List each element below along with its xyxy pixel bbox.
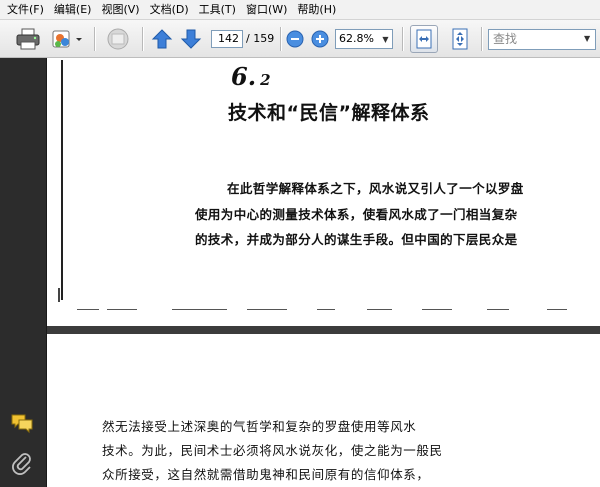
search-input[interactable]: 查找 bbox=[488, 29, 596, 50]
toolbar: 142 / 159 62.8% ▼ 查找 ▼ bbox=[0, 20, 600, 58]
scan-mark bbox=[77, 309, 99, 310]
zoom-out-icon bbox=[286, 30, 304, 48]
menu-window[interactable]: 窗口(W) bbox=[241, 1, 292, 19]
document-page: 然无法接受上述深奥的气哲学和复杂的罗盘使用等风水 技术。为此，民间术士必须将风水… bbox=[47, 334, 600, 487]
previous-page-button[interactable] bbox=[150, 20, 174, 58]
menu-help[interactable]: 帮助(H) bbox=[292, 1, 341, 19]
scan-mark bbox=[172, 309, 227, 310]
toolbar-separator bbox=[280, 27, 281, 51]
fit-page-button[interactable] bbox=[446, 20, 474, 58]
paragraph-line: 在此哲学解释体系之下，风水说又引人了一个以罗盘 bbox=[227, 181, 524, 196]
toolbar-separator bbox=[142, 27, 143, 51]
section-number-main: 6. bbox=[231, 62, 257, 91]
paragraph-line: 使用为中心的测量技术体系，使看风水成了一门相当复杂 bbox=[195, 207, 518, 222]
review-icon bbox=[107, 28, 129, 50]
comments-button[interactable] bbox=[9, 410, 35, 436]
navigation-pane bbox=[0, 58, 47, 487]
comments-icon bbox=[11, 414, 33, 434]
scan-mark bbox=[317, 309, 335, 310]
menu-view[interactable]: 视图(V) bbox=[96, 1, 144, 19]
paragraph-line: 技术。为此，民间术士必须将风水说灰化，使之能为一般民 bbox=[102, 443, 443, 458]
scan-mark bbox=[367, 309, 392, 310]
zoom-in-button[interactable] bbox=[310, 20, 330, 58]
collaborate-button[interactable] bbox=[48, 20, 86, 58]
menu-bar: 文件(F) 编辑(E) 视图(V) 文档(D) 工具(T) 窗口(W) 帮助(H… bbox=[0, 0, 600, 20]
scan-mark bbox=[107, 309, 137, 310]
section-number-sub: 2 bbox=[260, 71, 271, 89]
printer-icon bbox=[16, 28, 40, 50]
section-title: 技术和“民信”解释体系 bbox=[228, 102, 430, 124]
pdf-reader-window: 文件(F) 编辑(E) 视图(V) 文档(D) 工具(T) 窗口(W) 帮助(H… bbox=[0, 0, 600, 487]
review-button[interactable] bbox=[102, 20, 134, 58]
document-page: 6. 2 技术和“民信”解释体系 在此哲学解释体系之下，风水说又引人了一个以罗盘 … bbox=[47, 58, 600, 326]
attachments-button[interactable] bbox=[9, 450, 35, 476]
toolbar-separator bbox=[94, 27, 95, 51]
paragraph-line: 的技术，并成为部分人的谋生手段。但中国的下层民众是 bbox=[195, 232, 518, 247]
fit-page-icon bbox=[452, 28, 468, 50]
scan-mark bbox=[487, 309, 509, 310]
menu-document[interactable]: 文档(D) bbox=[145, 1, 194, 19]
scan-mark bbox=[422, 309, 452, 310]
page-number-input[interactable]: 142 bbox=[211, 30, 243, 48]
document-view[interactable]: 6. 2 技术和“民信”解释体系 在此哲学解释体系之下，风水说又引人了一个以罗盘 … bbox=[47, 58, 600, 487]
chevron-down-icon[interactable]: ▼ bbox=[584, 34, 590, 43]
zoom-out-button[interactable] bbox=[285, 20, 305, 58]
previous-page-icon bbox=[151, 29, 173, 49]
paragraph-line: 众所接受，这自然就需借助鬼神和民间原有的信仰体系， bbox=[102, 467, 430, 482]
chevron-down-icon[interactable]: ▼ bbox=[379, 30, 392, 48]
scan-border bbox=[58, 288, 60, 302]
paragraph-line: 然无法接受上述深奥的气哲学和复杂的罗盘使用等风水 bbox=[102, 419, 417, 434]
menu-file[interactable]: 文件(F) bbox=[2, 1, 49, 19]
next-page-icon bbox=[180, 29, 202, 49]
next-page-button[interactable] bbox=[179, 20, 203, 58]
scan-mark bbox=[247, 309, 287, 310]
fit-width-icon bbox=[416, 29, 432, 49]
toolbar-separator bbox=[402, 27, 403, 51]
fit-width-button[interactable] bbox=[410, 25, 438, 53]
menu-edit[interactable]: 编辑(E) bbox=[49, 1, 97, 19]
menu-tools[interactable]: 工具(T) bbox=[194, 1, 241, 19]
scan-mark bbox=[547, 309, 567, 310]
print-button[interactable] bbox=[13, 20, 43, 58]
zoom-in-icon bbox=[311, 30, 329, 48]
section-number: 6. 2 bbox=[231, 62, 271, 91]
page-total-label: / 159 bbox=[246, 32, 275, 45]
collaborate-icon bbox=[52, 30, 82, 48]
toolbar-separator bbox=[481, 27, 482, 51]
scan-border bbox=[61, 60, 63, 300]
attachments-icon bbox=[12, 453, 31, 475]
